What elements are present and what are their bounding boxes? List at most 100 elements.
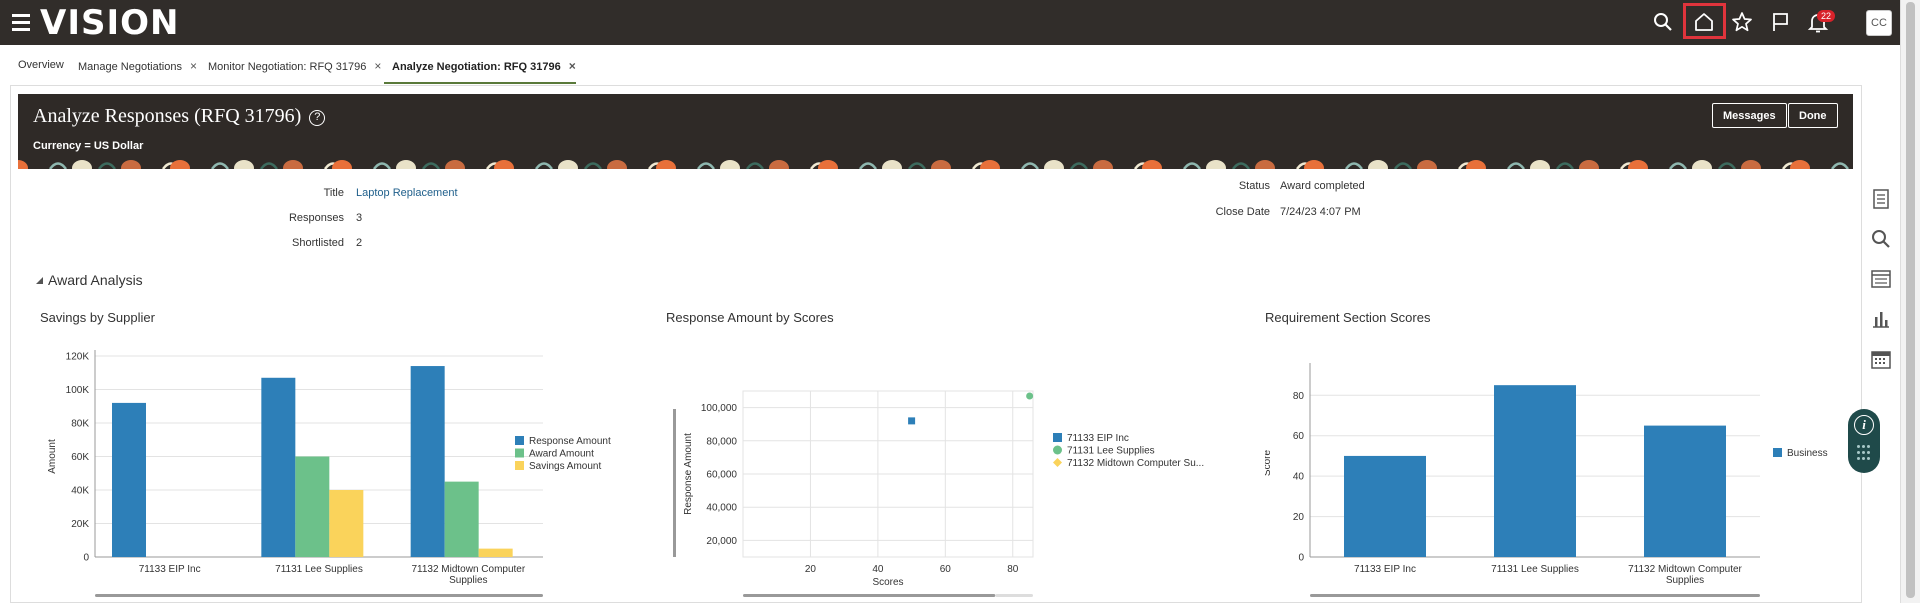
legend-label: Award Amount (529, 449, 594, 460)
x-tick-label: 60 (940, 564, 952, 575)
award-analysis-section-header[interactable]: Award Analysis (36, 272, 143, 288)
legend-label: Savings Amount (529, 461, 601, 472)
page-title-text: Analyze Responses (RFQ 31796) (33, 105, 302, 127)
close-icon[interactable]: × (569, 59, 576, 73)
legend-swatch (515, 461, 524, 470)
status-value: Award completed (1280, 180, 1365, 192)
close-icon[interactable]: × (190, 59, 197, 73)
tab-manage-negotiations[interactable]: Manage Negotiations × (78, 59, 197, 73)
legend-swatch (1053, 458, 1062, 467)
navigator-menu-icon[interactable] (12, 14, 30, 31)
user-avatar[interactable]: CC (1866, 10, 1892, 36)
shortlisted-value: 2 (356, 237, 363, 249)
y-tick-label: 80 (1293, 391, 1305, 402)
notification-count-badge: 22 (1817, 10, 1836, 22)
data-point (1026, 392, 1034, 400)
horizontal-scrollbar (95, 594, 543, 597)
horizontal-scrollbar (1310, 594, 1760, 597)
x-tick-label: 71132 Midtown Computer (1628, 564, 1742, 575)
horizontal-scrollbar-track (995, 594, 1033, 597)
title-value-link[interactable]: Laptop Replacement (356, 187, 458, 199)
close-date-value: 7/24/23 4:07 PM (1280, 206, 1361, 218)
responses-value: 3 (356, 212, 363, 224)
x-tick-label: 71133 EIP Inc (1354, 564, 1416, 575)
table-icon[interactable] (1862, 260, 1900, 298)
y-tick-label: 20 (1293, 512, 1305, 523)
info-icon[interactable]: i (1854, 415, 1874, 435)
bar (1344, 455, 1426, 557)
y-tick-label: 80K (71, 419, 89, 430)
y-tick-label: 0 (1298, 553, 1304, 564)
chart-title-savings: Savings by Supplier (40, 310, 155, 325)
close-icon[interactable]: × (374, 59, 381, 73)
bar-chart-icon[interactable] (1862, 300, 1900, 338)
page-header: Analyze Responses (RFQ 31796)? Currency … (18, 94, 1853, 169)
document-icon[interactable] (1862, 180, 1900, 218)
x-tick-label: 71133 EIP Inc (139, 564, 201, 575)
y-tick-label: 20K (71, 519, 89, 530)
y-tick-label: 0 (83, 553, 89, 564)
tab-monitor-negotiation[interactable]: Monitor Negotiation: RFQ 31796 × (208, 59, 381, 73)
bar (112, 402, 146, 557)
messages-button[interactable]: Messages (1712, 103, 1787, 128)
y-tick-label: 60,000 (706, 470, 737, 481)
y-tick-label: 60 (1293, 431, 1305, 442)
page-scrollbar[interactable] (1900, 0, 1920, 603)
home-highlight-box (1683, 3, 1726, 39)
calendar-icon[interactable] (1862, 340, 1900, 378)
page-title: Analyze Responses (RFQ 31796)? (33, 105, 326, 128)
y-tick-label: 100,000 (701, 403, 738, 414)
data-point (908, 417, 916, 425)
apps-grid-icon[interactable] (1857, 445, 1871, 463)
done-button[interactable]: Done (1788, 103, 1838, 128)
x-tick-label: Supplies (1666, 575, 1704, 586)
title-label: Title (323, 187, 344, 199)
x-tick-label: Supplies (449, 575, 487, 586)
watchlist-flag-icon[interactable] (1768, 10, 1792, 34)
legend-swatch (515, 448, 524, 458)
y-tick-label: 80,000 (706, 436, 737, 447)
section-title: Award Analysis (48, 272, 143, 288)
y-tick-label: 40K (71, 486, 89, 497)
search-icon[interactable] (1651, 10, 1675, 34)
savings-by-supplier-chart: 0 20K 40K 60K 80K 100K 120K Amount 71133 EIP Inc… (47, 350, 611, 597)
tab-analyze-negotiation[interactable]: Analyze Negotiation: RFQ 31796 × (392, 59, 576, 73)
info-launcher[interactable]: i (1848, 409, 1880, 473)
y-axis-label: Amount (47, 439, 58, 474)
legend-label: Response Amount (529, 436, 611, 447)
legend-label: Business (1787, 448, 1828, 459)
x-tick-label: 20 (805, 564, 817, 575)
legend-swatch (1053, 445, 1062, 455)
tab-label: Analyze Negotiation: RFQ 31796 (392, 61, 561, 73)
close-date-label: Close Date (1215, 206, 1270, 218)
collapse-triangle-icon[interactable] (36, 277, 43, 284)
x-tick-label: 71131 Lee Supplies (1491, 564, 1579, 575)
shortlisted-label: Shortlisted (292, 237, 344, 249)
app-logo[interactable]: VISION (40, 3, 179, 43)
help-icon[interactable]: ? (309, 110, 326, 126)
y-tick-label: 120K (66, 352, 90, 363)
chart-title-section-scores: Requirement Section Scores (1265, 310, 1431, 325)
tab-overview[interactable]: Overview (18, 59, 64, 71)
bar (1644, 425, 1726, 557)
y-tick-label: 20,000 (706, 536, 737, 547)
x-tick-label: 71132 Midtown Computer (411, 564, 525, 575)
bar (295, 456, 330, 557)
header-decoration-banner (18, 156, 1853, 169)
legend-label: 71132 Midtown Computer Su... (1067, 458, 1204, 469)
x-tick-label: 80 (1007, 564, 1019, 575)
legend-label: 71131 Lee Supplies (1067, 446, 1155, 457)
favorites-star-icon[interactable] (1730, 10, 1754, 34)
chart-title-response-scores: Response Amount by Scores (666, 310, 834, 325)
tab-label: Manage Negotiations (78, 61, 182, 73)
y-axis-label: Score (1265, 450, 1273, 477)
search-icon[interactable] (1862, 220, 1900, 258)
bar (261, 377, 296, 557)
tab-label: Monitor Negotiation: RFQ 31796 (208, 61, 367, 73)
y-tick-label: 40,000 (706, 503, 737, 514)
vertical-scrollbar (673, 409, 676, 557)
response-amount-by-scores-chart: 20,000 40,000 60,000 80,000 100,000 20 40 60 80 S… (673, 390, 1204, 597)
active-tab-indicator (384, 82, 576, 84)
legend-swatch (515, 436, 524, 445)
y-tick-label: 60K (71, 452, 89, 463)
